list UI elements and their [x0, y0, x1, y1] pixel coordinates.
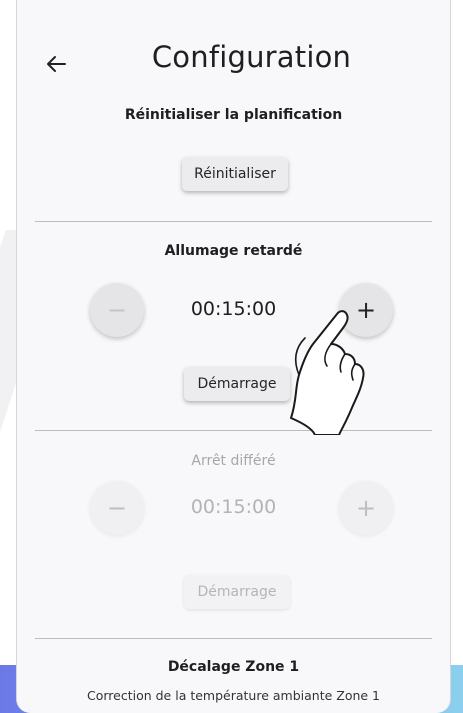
delayed-start-button[interactable]: Démarrage — [184, 367, 290, 401]
delayed-start-title: Allumage retardé — [164, 243, 303, 259]
divider — [35, 221, 432, 222]
arrow-left-icon[interactable] — [41, 46, 71, 76]
delayed-stop-title: Arrêt différé — [191, 453, 276, 469]
divider — [35, 638, 432, 639]
offset-zone1-subtitle: Correction de la température ambiante Zo… — [86, 688, 381, 703]
delayed-stop-plus-button[interactable]: + — [339, 481, 393, 535]
app-header: Configuration — [17, 40, 450, 90]
config-screen: Configuration Réinitialiser la planifica… — [16, 0, 451, 713]
pointing-hand-icon — [279, 300, 379, 436]
reset-section-title: Réinitialiser la planification — [124, 107, 343, 123]
offset-zone1-title: Décalage Zone 1 — [167, 659, 300, 675]
reset-button[interactable]: Réinitialiser — [182, 157, 288, 191]
delayed-stop-button[interactable]: Démarrage — [184, 575, 290, 609]
page-title: Configuration — [151, 40, 352, 74]
